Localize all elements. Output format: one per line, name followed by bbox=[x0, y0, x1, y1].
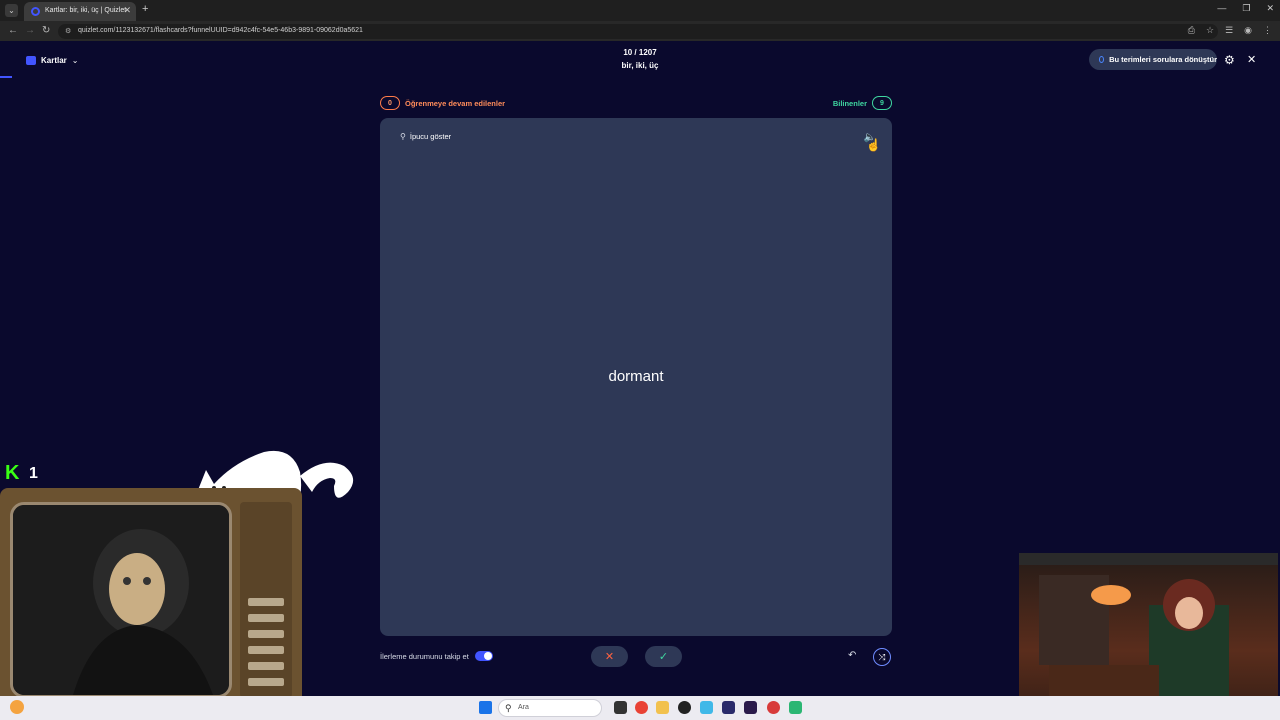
app-icon[interactable] bbox=[700, 701, 713, 714]
kick-logo: K bbox=[5, 462, 20, 484]
window-controls: — ❐ ✕ bbox=[1217, 3, 1274, 14]
weather-icon[interactable] bbox=[10, 700, 24, 714]
window-close-icon[interactable]: ✕ bbox=[1266, 3, 1274, 14]
app-icon[interactable] bbox=[767, 701, 780, 714]
webcam-feed bbox=[10, 502, 232, 698]
browser-tab[interactable]: Kartlar: bir, iki, üç | Quizlet ✕ bbox=[24, 2, 136, 21]
known-counter: Bilinenler 9 bbox=[833, 96, 892, 110]
check-icon: ✓ bbox=[658, 651, 669, 663]
webcam-person bbox=[13, 505, 229, 695]
flashcards-icon bbox=[26, 55, 36, 65]
windows-start-icon[interactable] bbox=[479, 701, 492, 714]
browser-toolbar: ⎙ ☆ ☰ ◉ ⋮ bbox=[1188, 25, 1272, 36]
convert-label: Bu terimleri sorulara dönüştür bbox=[1109, 55, 1217, 64]
premiere-icon[interactable] bbox=[744, 701, 757, 714]
shuffle-button[interactable]: ⤨ bbox=[873, 648, 891, 666]
url-text: quizlet.com/1123132671/flashcards?funnel… bbox=[78, 27, 363, 34]
photoshop-icon[interactable] bbox=[722, 701, 735, 714]
taskbar-search[interactable]: ⚲ Ara bbox=[498, 699, 602, 717]
search-icon: ⚲ bbox=[505, 703, 512, 713]
file-explorer-icon[interactable] bbox=[656, 701, 669, 714]
known-label: Bilinenler bbox=[832, 98, 867, 108]
tab-search-icon[interactable]: ⌄ bbox=[5, 4, 18, 17]
track-progress-label: İlerleme durumunu takip et bbox=[380, 651, 469, 661]
track-progress-toggle[interactable] bbox=[474, 651, 493, 661]
still-learning-counter: 0 Öğrenmeye devam edilenler bbox=[380, 96, 505, 110]
minimize-icon[interactable]: — bbox=[1217, 3, 1226, 14]
convert-to-questions-button[interactable]: Bu terimleri sorulara dönüştür bbox=[1089, 49, 1217, 70]
card-progress: 10 / 1207 bbox=[623, 48, 657, 57]
spark-icon bbox=[1099, 56, 1105, 63]
app-icon[interactable] bbox=[789, 701, 802, 714]
restore-icon[interactable]: ❐ bbox=[1242, 3, 1250, 14]
install-app-icon[interactable]: ⎙ bbox=[1188, 25, 1195, 36]
card-term: dormant bbox=[608, 368, 664, 385]
reload-icon[interactable]: ↻ bbox=[42, 25, 50, 36]
viewer-count: 1 bbox=[29, 465, 38, 482]
chevron-down-icon: ⌄ bbox=[71, 55, 79, 65]
tab-close-icon[interactable]: ✕ bbox=[123, 5, 131, 16]
tv-control-panel bbox=[240, 502, 292, 698]
forward-icon[interactable]: → bbox=[25, 25, 35, 36]
task-view-icon[interactable] bbox=[614, 701, 627, 714]
retro-tv-frame bbox=[0, 488, 302, 720]
lightbulb-icon: ⚲ bbox=[400, 132, 406, 141]
learning-count-badge: 0 bbox=[380, 96, 400, 110]
chrome-icon[interactable] bbox=[635, 701, 648, 714]
video-window-bar bbox=[1019, 553, 1278, 565]
bookmark-star-icon[interactable]: ☆ bbox=[1206, 25, 1214, 36]
extensions-icon[interactable]: ☰ bbox=[1225, 25, 1233, 36]
mode-switcher[interactable]: Kartlar ⌄ bbox=[26, 54, 79, 66]
site-info-icon[interactable]: ⚙ bbox=[65, 27, 71, 35]
lofi-scene bbox=[1019, 565, 1278, 708]
tab-title: Kartlar: bir, iki, üç | Quizlet bbox=[45, 7, 127, 14]
lofi-illustration bbox=[1039, 575, 1229, 708]
browser-menu-icon[interactable]: ⋮ bbox=[1263, 25, 1272, 36]
still-learning-button[interactable]: ✕ bbox=[591, 646, 628, 667]
taskbar-search-placeholder: Ara bbox=[518, 704, 529, 711]
browser-addressbar: ← → ↻ ⚙ quizlet.com/1123132671/flashcard… bbox=[0, 21, 1280, 41]
set-title: bir, iki, üç bbox=[621, 61, 659, 70]
hint-label: İpucu göster bbox=[409, 132, 452, 141]
back-icon[interactable]: ← bbox=[8, 25, 18, 36]
shuffle-icon: ⤨ bbox=[878, 651, 886, 662]
settings-gear-icon[interactable]: ⚙ bbox=[1224, 53, 1235, 67]
undo-icon[interactable]: ↶ bbox=[848, 650, 856, 661]
mode-label: Kartlar bbox=[41, 55, 67, 65]
hand-cursor-icon: ☝ bbox=[866, 138, 881, 152]
x-icon: ✕ bbox=[604, 651, 615, 663]
flashcard[interactable]: ⚲ İpucu göster 🔈 dormant bbox=[380, 118, 892, 636]
track-progress-control[interactable]: İlerleme durumunu takip et bbox=[380, 651, 493, 661]
quizlet-favicon-icon bbox=[31, 7, 40, 16]
know-button[interactable]: ✓ bbox=[645, 646, 682, 667]
close-icon[interactable]: ✕ bbox=[1247, 53, 1256, 66]
show-hint-button[interactable]: ⚲ İpucu göster bbox=[400, 132, 451, 141]
url-field[interactable]: ⚙ quizlet.com/1123132671/flashcards?funn… bbox=[58, 24, 1218, 39]
profile-icon[interactable]: ◉ bbox=[1244, 25, 1252, 36]
known-count-badge: 9 bbox=[872, 96, 892, 110]
music-video-overlay bbox=[1019, 553, 1278, 720]
os-taskbar: ⚲ Ara bbox=[0, 696, 1280, 720]
learning-label: Öğrenmeye devam edilenler bbox=[405, 98, 506, 108]
sidebar-indicator bbox=[0, 76, 12, 78]
browser-tabbar: ⌄ Kartlar: bir, iki, üç | Quizlet ✕ + — … bbox=[0, 0, 1280, 21]
new-tab-icon[interactable]: + bbox=[142, 3, 148, 15]
obs-icon[interactable] bbox=[678, 701, 691, 714]
